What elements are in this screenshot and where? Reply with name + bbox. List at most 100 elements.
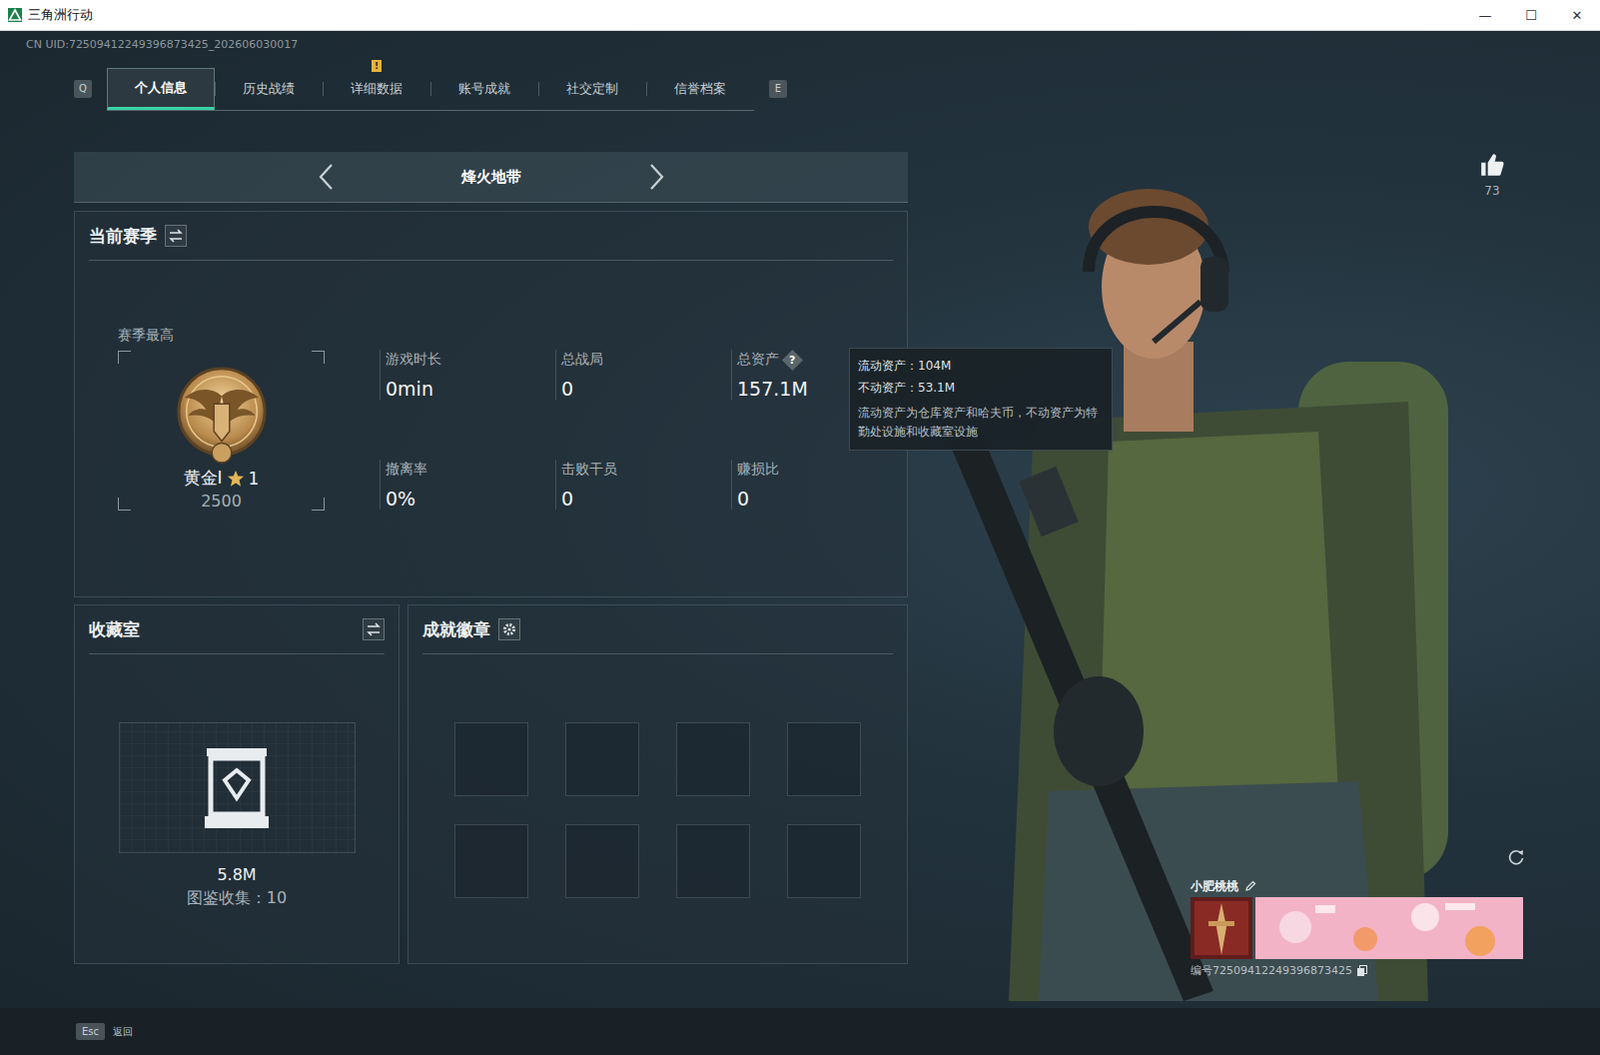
badge-slot[interactable] xyxy=(787,722,861,797)
stat-value: 0 xyxy=(561,377,732,400)
stat: 游戏时长0min xyxy=(379,349,556,400)
panel-header: 收藏室 xyxy=(88,605,385,655)
like-button[interactable]: 73 xyxy=(1479,151,1506,198)
next-tab-key[interactable]: E xyxy=(769,79,788,98)
stat-label: 总战局 xyxy=(561,349,732,370)
uid-label: CN UID:72509412249396873425_202606030017 xyxy=(0,30,1600,52)
chevron-right-icon[interactable] xyxy=(645,161,668,192)
id-row: 编号72509412249396873425 xyxy=(1190,962,1531,978)
stat-label: 撤离率 xyxy=(385,459,556,480)
panel-header: 成就徽章 xyxy=(422,605,893,655)
stat: 总战局 0 xyxy=(555,349,732,400)
stat-label: 游戏时长 xyxy=(385,349,556,370)
player-id: 编号72509412249396873425 xyxy=(1190,962,1353,978)
rank-box: 黄金I 1 2500 xyxy=(117,350,325,511)
asset-tooltip: 流动资产：104M不动资产：53.1M流动资产为仓库资产和哈夫币，不动资产为特勤… xyxy=(848,347,1113,451)
player-name: 小肥桃桃 xyxy=(1190,877,1239,895)
gold-rank-emblem-icon xyxy=(171,362,272,465)
badge-slot[interactable] xyxy=(565,823,640,898)
stat: 击败干员 0 xyxy=(555,459,732,510)
main-area: 烽火地带当前赛季赛季最高黄金I12500游戏时长0min总战局0总资产?157.… xyxy=(0,151,1600,1008)
tooltip-line: 不动资产：53.1M xyxy=(857,376,1104,399)
copy-icon[interactable] xyxy=(1356,964,1369,977)
prev-tab-key[interactable]: Q xyxy=(73,79,92,98)
title-bar: 三角洲行动—☐✕ xyxy=(0,0,1600,31)
tab-label: 社交定制 xyxy=(566,79,619,98)
best-label: 赛季最高 xyxy=(117,326,325,345)
tab[interactable]: !详细数据 xyxy=(322,67,431,110)
tab[interactable]: 账号成就 xyxy=(430,67,539,110)
tab-list: 个人信息 历史战绩 !详细数据 账号成就 社交定制 信誉档案 xyxy=(106,67,755,111)
badge-slot[interactable] xyxy=(676,722,751,797)
rank-stars: 1 xyxy=(248,468,260,489)
tab[interactable]: 社交定制 xyxy=(538,67,647,110)
collection-count: 图鉴收集：10 xyxy=(186,887,287,909)
rank-score: 2500 xyxy=(200,491,242,511)
rank-name: 黄金I xyxy=(183,466,223,490)
back-label[interactable]: 返回 xyxy=(112,1024,133,1039)
help-icon[interactable]: ? xyxy=(782,348,803,370)
tab-label: 账号成就 xyxy=(458,79,511,98)
esc-key[interactable]: Esc xyxy=(75,1022,105,1040)
panel-title: 当前赛季 xyxy=(88,224,157,248)
app-logo-icon xyxy=(7,7,22,22)
refresh-icon[interactable] xyxy=(1507,847,1526,866)
panel-title: 成就徽章 xyxy=(422,618,491,642)
window-control-button[interactable]: — xyxy=(1462,7,1509,23)
stat: 赚损比 0 xyxy=(731,459,907,510)
badge-slot[interactable] xyxy=(676,823,751,898)
star-icon xyxy=(226,469,245,488)
achievement-panel: 成就徽章 xyxy=(407,604,908,964)
season-body: 赛季最高黄金I12500游戏时长0min总战局0总资产?157.1M撤离率0%击… xyxy=(74,260,907,511)
mode-label: 烽火地带 xyxy=(455,167,528,187)
stat-value: 0 xyxy=(737,487,907,510)
window-control-button[interactable]: ☐ xyxy=(1508,7,1555,23)
tab-label: 个人信息 xyxy=(134,78,187,97)
badge-slot[interactable] xyxy=(565,722,640,797)
tab[interactable]: 个人信息 xyxy=(106,67,215,110)
name-card: 小肥桃桃编号72509412249396873425 xyxy=(1190,876,1531,978)
display-case-icon xyxy=(202,746,271,830)
pencil-icon[interactable] xyxy=(1244,879,1257,892)
operator-figure xyxy=(938,171,1469,1001)
swap-icon[interactable] xyxy=(362,618,385,641)
window-controls: —☐✕ xyxy=(1462,7,1600,23)
collection-preview[interactable] xyxy=(118,722,356,853)
badge-slot[interactable] xyxy=(787,823,861,898)
like-count: 73 xyxy=(1484,183,1500,198)
tab-label: 信誉档案 xyxy=(674,79,727,98)
panel-header: 当前赛季 xyxy=(88,211,893,261)
badge-slot[interactable] xyxy=(454,823,529,898)
tooltip-line: 流动资产：104M xyxy=(857,354,1104,377)
footer-bar: Esc 返回 xyxy=(0,1007,1600,1055)
badge-slots xyxy=(454,722,907,898)
name-row: 小肥桃桃 xyxy=(1190,876,1531,895)
badge-slot[interactable] xyxy=(454,722,529,797)
panel-title: 收藏室 xyxy=(88,618,140,642)
stat-label: 赚损比 xyxy=(737,459,907,480)
left-column: 烽火地带当前赛季赛季最高黄金I12500游戏时长0min总战局0总资产?157.… xyxy=(73,151,908,1008)
stat-value: 0% xyxy=(385,487,556,510)
game-window: 三角洲行动—☐✕CN UID:72509412249396873425_2026… xyxy=(0,0,1600,1055)
stat: 撤离率 0% xyxy=(379,459,556,510)
tab-label: 详细数据 xyxy=(350,79,403,98)
gear-icon[interactable] xyxy=(498,618,521,641)
tab[interactable]: 信誉档案 xyxy=(646,67,755,110)
avatar-icon[interactable] xyxy=(1190,896,1253,959)
banner-icon[interactable] xyxy=(1255,896,1524,959)
stats-grid: 游戏时长0min总战局0总资产?157.1M撤离率0%击败干员0赚损比0 xyxy=(379,349,907,510)
chevron-left-icon[interactable] xyxy=(315,161,338,192)
stat-value: 0 xyxy=(561,487,732,510)
window-control-button[interactable]: ✕ xyxy=(1554,7,1600,23)
stat-label: 击败干员 xyxy=(561,459,732,480)
bottom-row: 收藏室 5.8M 图鉴收集：10 成就徽章 xyxy=(73,604,908,964)
tab[interactable]: 历史战绩 xyxy=(214,67,323,110)
thumbs-up-icon xyxy=(1479,151,1506,178)
mode-selector: 烽火地带 xyxy=(73,151,908,203)
collection-value: 5.8M xyxy=(216,864,256,884)
tab-label: 历史战绩 xyxy=(242,79,295,98)
collection-panel: 收藏室 5.8M 图鉴收集：10 xyxy=(73,604,400,964)
rank-row: 黄金I 1 xyxy=(183,466,260,490)
swap-icon[interactable] xyxy=(164,224,187,247)
season-panel: 当前赛季赛季最高黄金I12500游戏时长0min总战局0总资产?157.1M撤离… xyxy=(73,210,908,598)
